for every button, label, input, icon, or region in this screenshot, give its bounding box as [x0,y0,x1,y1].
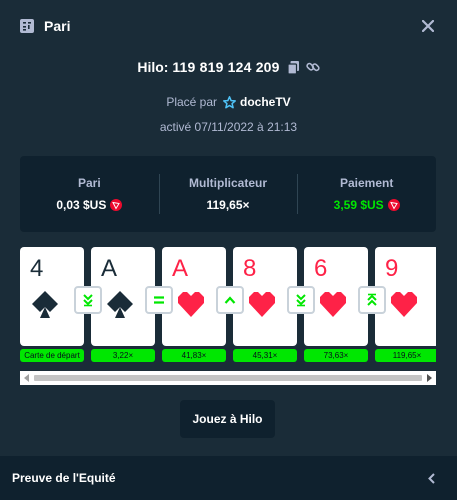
bet-id-row: Hilo: 119 819 124 209 [0,56,457,78]
card-rank: A [101,255,118,282]
provably-fair-title: Preuve de l'Equité [12,471,116,485]
stat-multiplier-value: 119,65× [206,198,250,212]
heart-icon [249,292,275,317]
bet-id-prefix: Hilo: [137,59,169,75]
card-rank: 4 [30,255,44,282]
bet-id-number: 119 819 124 209 [172,59,280,75]
heart-icon [391,292,417,317]
placed-by-label: Placé par [166,95,218,109]
heart-icon [320,292,346,317]
card-multiplier: Carte de départ [20,349,84,362]
link-icon[interactable] [305,60,320,74]
modal-title: Pari [44,18,71,34]
provably-fair-section[interactable]: Preuve de l'Equité [0,456,457,500]
username-link[interactable]: docheTV [223,95,291,109]
stat-bet-label: Pari [77,176,101,190]
same-icon [145,286,173,314]
cards-scrollbar[interactable] [20,371,436,385]
card-rank: 9 [385,255,399,282]
stat-bet-value-wrap: 0,03 $US [56,198,123,212]
spade-icon [32,291,58,318]
modal-header: Pari [0,0,457,52]
play-hilo-button[interactable]: Jouez à Hilo [180,400,275,438]
scroll-right-icon[interactable] [425,374,433,382]
higher-icon [216,286,244,314]
copy-icon[interactable] [287,60,300,74]
tron-coin-icon [110,199,123,211]
stat-payout-label: Paiement [340,176,394,190]
lower-or-same-icon [287,286,315,314]
bet-slip-icon [20,19,34,33]
username: docheTV [240,95,291,109]
card-multiplier: 41,83× [162,349,226,362]
cards-history[interactable]: 4 Carte de départ A 3,22× A 41,83× 8 45,… [20,247,436,369]
stat-multiplier-label: Multiplicateur [189,176,268,190]
card-rank: 8 [243,255,257,282]
card-multiplier: 3,22× [91,349,155,362]
bet-stats-panel: Pari 0,03 $US Multiplicateur 119,65× Pai… [20,156,436,232]
spade-icon [107,291,133,318]
card-rank: 6 [314,255,328,282]
tron-coin-icon [387,199,400,211]
stat-payout-value-wrap: 3,59 $US [334,198,400,212]
stat-bet-value: 0,03 $US [56,198,107,212]
lower-or-same-icon [74,286,102,314]
stat-bet: Pari 0,03 $US [20,172,159,216]
card-rank: A [172,255,189,282]
card-multiplier: 119,65× [375,349,436,362]
heart-icon [178,292,204,317]
scroll-thumb[interactable] [34,375,422,381]
card-multiplier: 73,63× [304,349,368,362]
scroll-left-icon[interactable] [23,374,31,382]
bet-date: activé 07/11/2022 à 21:13 [159,120,298,134]
higher-or-same-icon [358,286,386,314]
stat-multiplier: Multiplicateur 119,65× [158,172,298,216]
vip-star-icon [223,95,236,109]
stat-payout: Paiement 3,59 $US [297,172,436,216]
chevron-left-icon[interactable] [425,472,437,484]
bet-id: Hilo: 119 819 124 209 [137,59,279,75]
stat-payout-value: 3,59 $US [333,198,384,212]
card-multiplier: 45,31× [233,349,297,362]
placed-by-row: Placé par docheTV [0,93,457,111]
close-icon[interactable] [419,17,437,35]
